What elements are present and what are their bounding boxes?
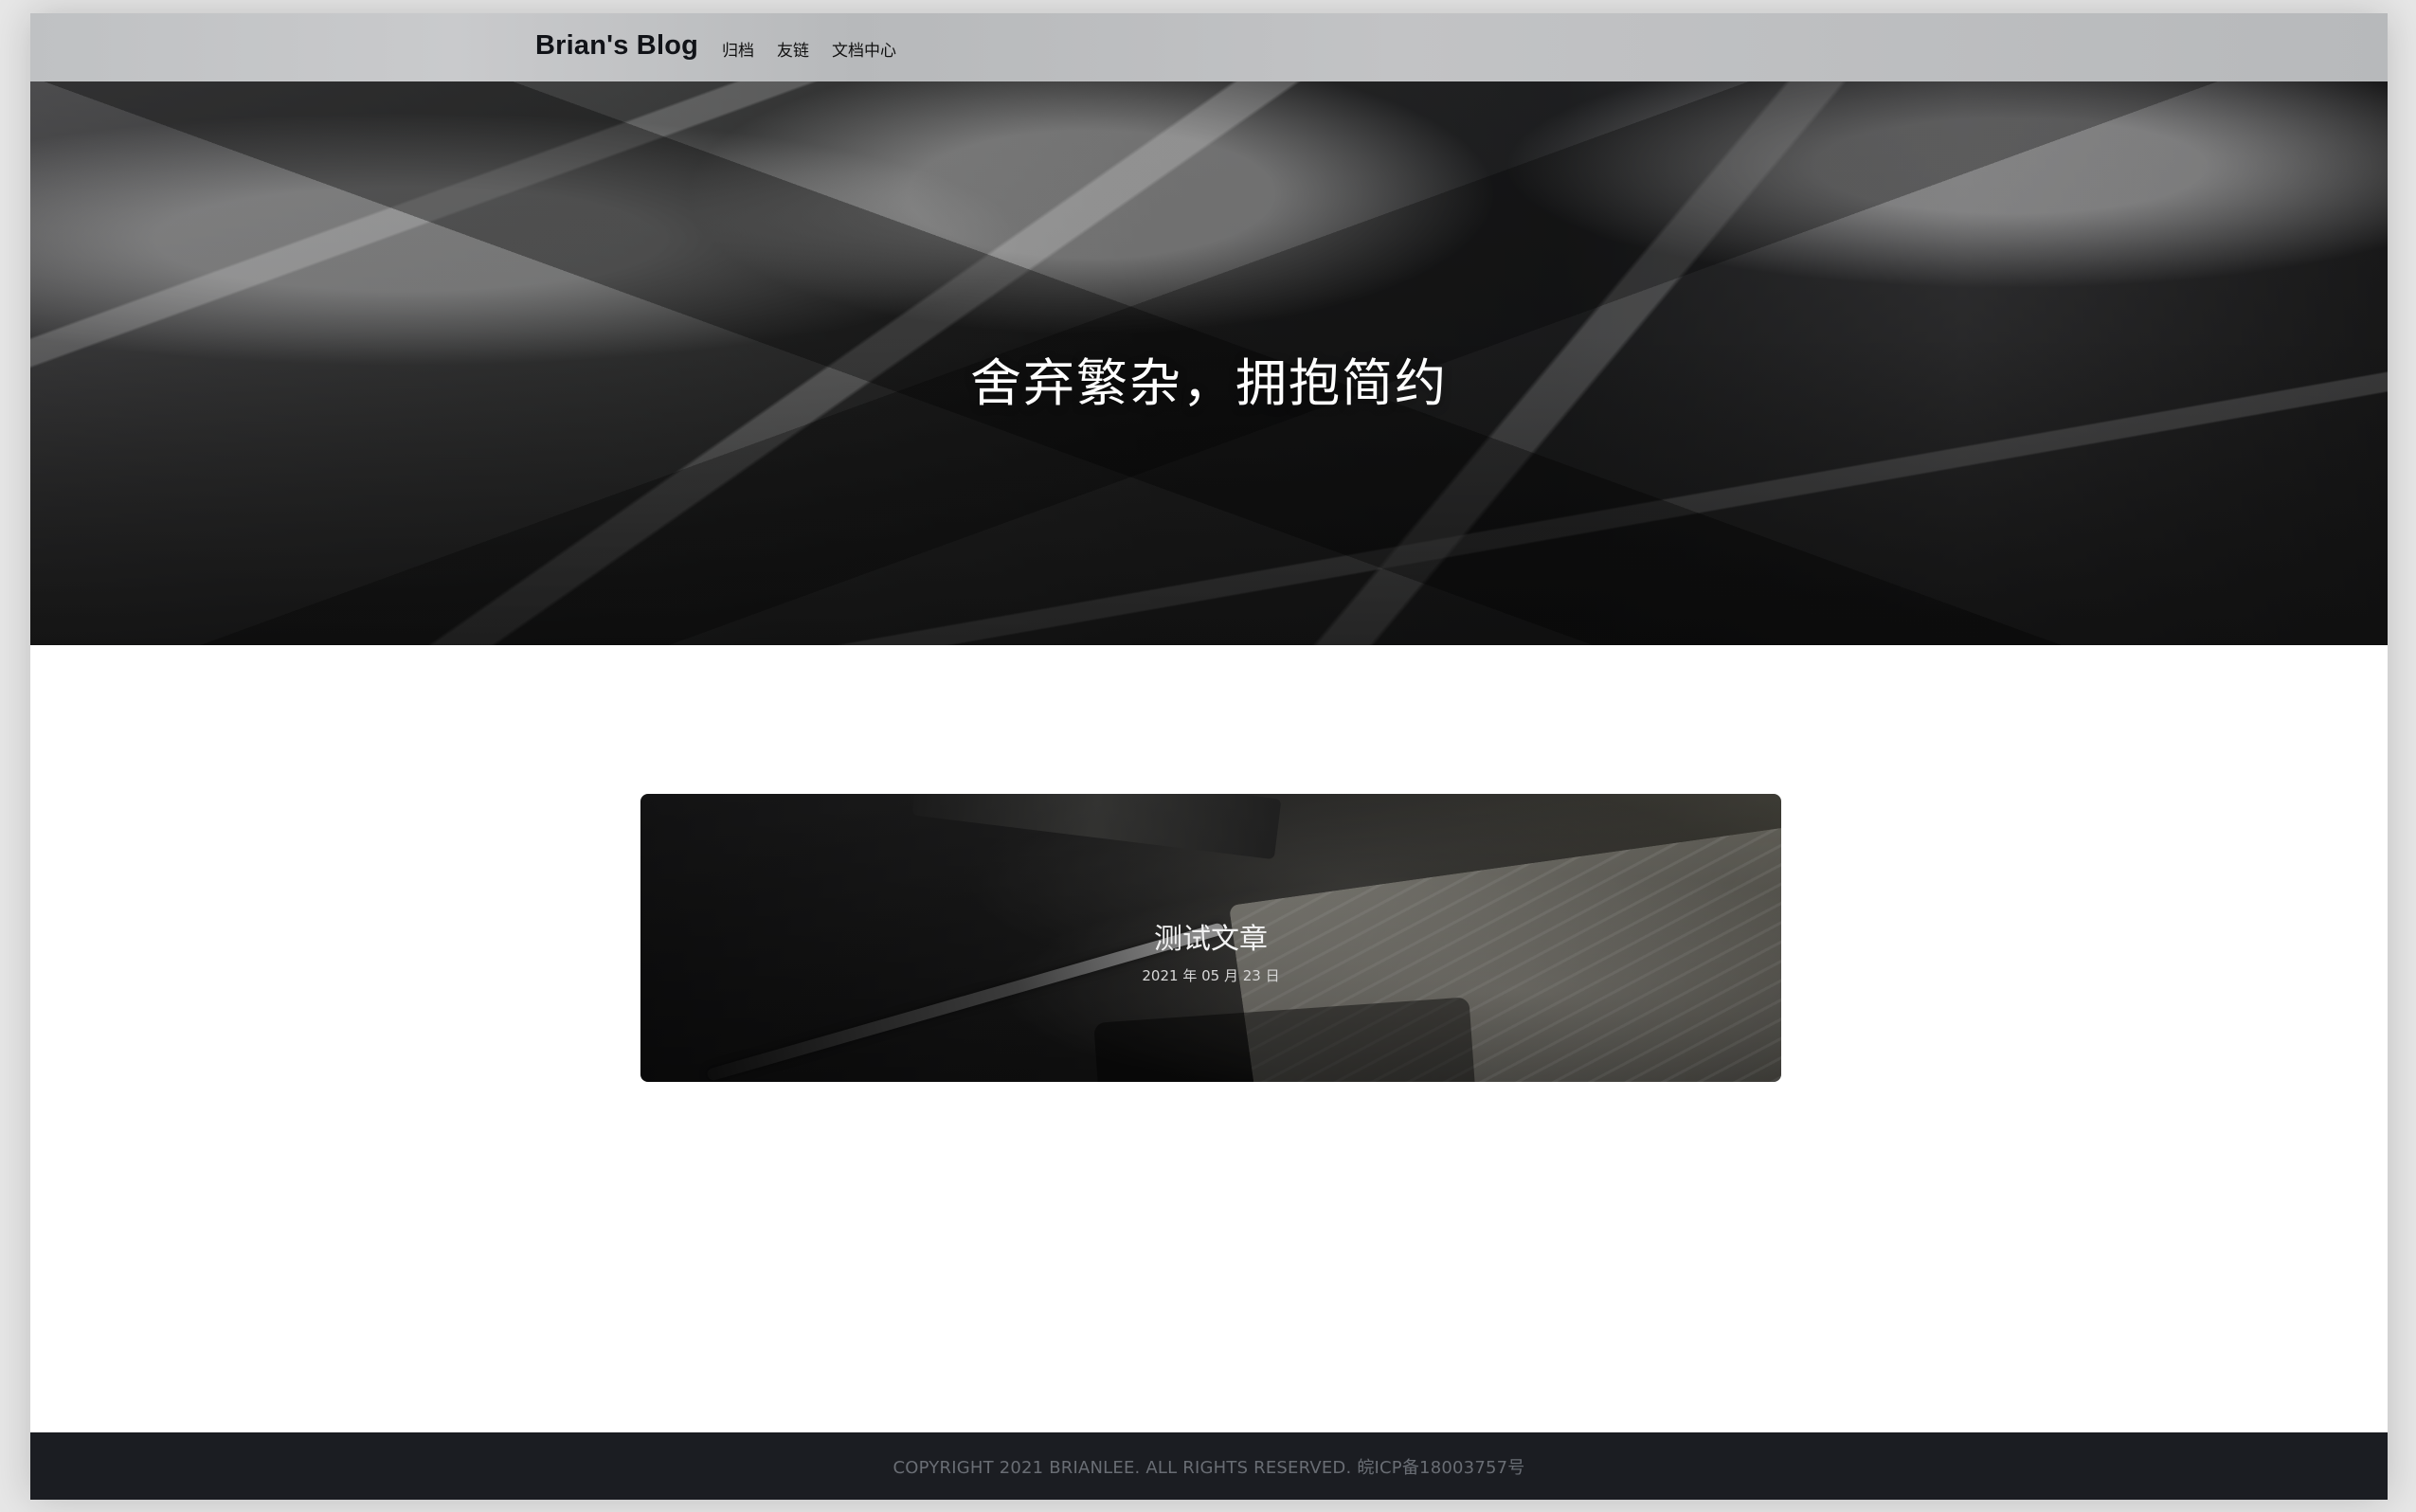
hero-banner: 舍弃繁杂，拥抱简约 xyxy=(30,81,2388,645)
browser-window: Brian's Blog 归档 友链 文档中心 舍弃繁杂，拥抱简约 测试文章 2… xyxy=(30,13,2388,1500)
site-brand-link[interactable]: Brian's Blog xyxy=(535,30,698,62)
nav-docs-link[interactable]: 文档中心 xyxy=(832,37,896,61)
post-title: 测试文章 xyxy=(1154,923,1268,956)
site-footer: COPYRIGHT 2021 BRIANLEE. ALL RIGHTS RESE… xyxy=(30,1432,2388,1500)
post-date: 2021 年 05 月 23 日 xyxy=(1142,967,1280,984)
nav-archive-link[interactable]: 归档 xyxy=(722,37,754,61)
post-card[interactable]: 测试文章 2021 年 05 月 23 日 xyxy=(640,794,1781,1082)
nav-friends-link[interactable]: 友链 xyxy=(777,37,809,61)
main-nav: 归档 友链 文档中心 xyxy=(722,37,896,61)
hero-title: 舍弃繁杂，拥抱简约 xyxy=(970,353,1448,414)
top-navigation: Brian's Blog 归档 友链 文档中心 xyxy=(30,13,2388,81)
main-content: 测试文章 2021 年 05 月 23 日 xyxy=(30,645,2388,1445)
footer-copyright: COPYRIGHT 2021 BRIANLEE. ALL RIGHTS RESE… xyxy=(892,1457,1525,1478)
